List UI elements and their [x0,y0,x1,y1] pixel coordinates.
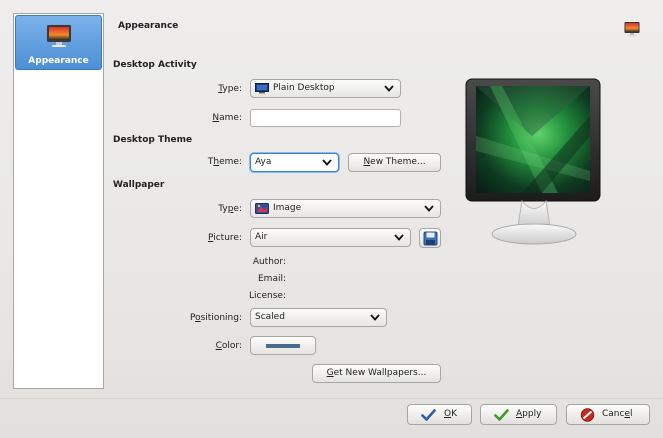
button-label: pply [522,409,542,419]
label-text: olor: [221,341,242,351]
open-picture-button[interactable] [419,228,441,248]
wallpaper-type-select[interactable]: Image [250,199,441,218]
apply-label: Apply [516,409,541,419]
chevron-down-icon [322,159,332,166]
theme-value: Aya [255,157,272,167]
button-label: ew Theme... [370,157,426,167]
cancel-icon [580,408,595,422]
label-text: sitioning: [200,313,242,323]
check-icon [421,409,436,421]
image-icon [255,203,269,214]
label-text: Ty [218,204,228,214]
label-text: e: [233,204,242,214]
activity-type-select[interactable]: Plain Desktop [250,79,401,98]
activity-type-value: Plain Desktop [273,83,335,93]
button-label: Canc [602,409,625,419]
wallpaper-heading: Wallpaper [113,180,165,190]
theme-label: Theme: [180,157,242,167]
desktop-theme-heading: Desktop Theme [113,135,193,145]
apply-button[interactable]: Apply [480,404,557,425]
chevron-down-icon [384,85,394,92]
wallpaper-type-value: Image [273,203,302,213]
divider [0,398,663,399]
color-picker-button[interactable] [250,336,316,355]
sidebar: Appearance [13,13,104,389]
label-text: icture: [213,233,242,243]
positioning-label: Positioning: [160,313,242,323]
chevron-down-icon [370,314,380,321]
theme-select[interactable]: Aya [250,153,339,172]
color-swatch [266,344,300,348]
cancel-label: Cancel [602,409,633,419]
check-icon [494,409,509,421]
button-label: et New Wallpapers... [333,368,427,378]
wallpaper-preview-monitor [465,78,601,245]
save-disk-icon [423,231,438,246]
desktop-icon [255,83,269,94]
button-label: l [630,409,633,419]
sidebar-item-label: Appearance [28,56,89,66]
activity-name-input[interactable] [250,109,401,127]
label-text: ame: [219,113,242,123]
button-label: K [451,409,457,419]
monitor-sunset-icon [47,25,71,47]
desktop-activity-heading: Desktop Activity [113,60,197,70]
activity-name-label: Name: [180,113,242,123]
ok-label: OK [444,409,457,419]
chevron-down-icon [424,205,434,212]
page-title: Appearance [118,21,179,31]
wallpaper-type-label: Type: [180,204,242,214]
label-text: eme: [219,157,242,167]
picture-label: Picture: [180,233,242,243]
positioning-select[interactable]: Scaled [250,308,387,327]
ok-button[interactable]: OK [407,404,472,425]
monitor-sunset-icon [624,22,640,37]
new-theme-button[interactable]: New Theme... [348,153,441,172]
email-label: Email: [257,274,286,284]
button-mnemonic: G [326,368,334,378]
activity-type-label: Type: [180,84,242,94]
color-label: Color: [180,341,242,351]
picture-select[interactable]: Air [250,228,411,247]
author-label: Author: [252,257,286,267]
license-label: License: [249,291,286,301]
label-text: ype: [222,84,242,94]
positioning-value: Scaled [255,312,285,322]
sidebar-item-appearance[interactable]: Appearance [15,15,102,70]
chevron-down-icon [394,234,404,241]
get-new-wallpapers-button[interactable]: Get New Wallpapers... [312,364,441,383]
cancel-button[interactable]: Cancel [566,404,650,425]
picture-value: Air [255,232,268,242]
